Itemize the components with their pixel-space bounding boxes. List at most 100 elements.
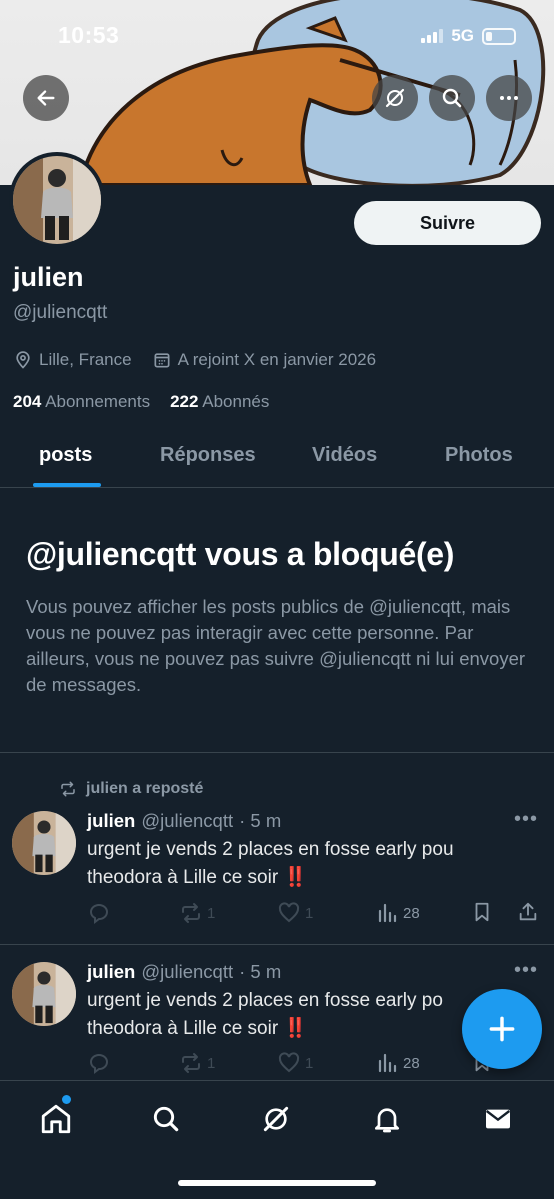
status-indicators: 5G: [421, 26, 516, 46]
profile-tabs: posts Réponses Vidéos Photos: [0, 430, 554, 488]
nav-grok[interactable]: [256, 1099, 296, 1139]
nav-home[interactable]: [36, 1099, 76, 1139]
like-button[interactable]: 1: [277, 901, 313, 925]
more-button[interactable]: [486, 75, 532, 121]
home-icon: [41, 1104, 71, 1134]
follow-button[interactable]: Suivre: [354, 201, 541, 245]
search-button[interactable]: [429, 75, 475, 121]
post-text: urgent je vends 2 places en fosse early …: [87, 836, 527, 892]
post-more-icon[interactable]: •••: [514, 808, 538, 831]
double-exclamation-emoji: ‼️: [283, 867, 308, 888]
share-icon: [519, 902, 537, 921]
post-item[interactable]: julien a reposté julien @juliencqtt · 5 …: [0, 780, 554, 943]
bookmark-button[interactable]: [471, 901, 493, 923]
tab-indicator: [33, 483, 101, 487]
repost-count: 1: [207, 1054, 216, 1072]
heart-icon: [278, 902, 300, 923]
nav-messages[interactable]: [478, 1099, 518, 1139]
post-time: · 5 m: [239, 810, 282, 831]
reply-icon: [89, 904, 108, 924]
follow-counts: 204 Abonnements 222 Abonnés: [13, 392, 269, 412]
post-author-name[interactable]: julien: [87, 961, 135, 983]
search-icon: [153, 1106, 179, 1132]
post-text-line: urgent je vends 2 places en fosse early …: [87, 990, 443, 1011]
profile-avatar[interactable]: [9, 152, 105, 248]
repost-button[interactable]: 1: [179, 1051, 215, 1075]
reply-icon: [89, 1054, 108, 1074]
profile-meta: Lille, France A rejoint X en janvier 202…: [13, 350, 376, 370]
share-button[interactable]: [517, 901, 539, 923]
location-icon: [16, 351, 30, 369]
post-time: · 5 m: [239, 961, 282, 982]
post-text: urgent je vends 2 places en fosse early …: [87, 987, 527, 1043]
tab-replies[interactable]: Réponses: [160, 444, 256, 467]
post-more-icon[interactable]: •••: [514, 959, 538, 982]
repost-label: julien a reposté: [86, 780, 204, 797]
avatar-photo: [12, 811, 76, 875]
post-actions: 1 1 28: [87, 901, 542, 925]
tab-videos[interactable]: Vidéos: [312, 444, 377, 467]
more-icon: [500, 96, 518, 100]
profile-display-name: julien: [13, 262, 84, 292]
battery-icon: [482, 27, 516, 45]
views-count: 28: [403, 1054, 420, 1072]
reply-button[interactable]: [87, 901, 111, 925]
grok-icon: [385, 88, 405, 108]
calendar-icon: [154, 353, 170, 368]
search-icon: [442, 88, 462, 108]
back-icon: [37, 90, 55, 106]
post-text-line: urgent je vends 2 places en fosse early …: [87, 839, 454, 860]
compose-button[interactable]: [462, 989, 542, 1069]
avatar-photo: [12, 962, 76, 1026]
views-icon: [378, 903, 397, 923]
views-count: 28: [403, 904, 420, 922]
bookmark-icon: [475, 902, 489, 922]
notification-dot: [62, 1095, 71, 1104]
views-button[interactable]: 28: [375, 901, 420, 925]
status-time: 10:53: [58, 22, 120, 48]
grok-button[interactable]: [372, 75, 418, 121]
repost-icon: [182, 1053, 200, 1073]
messages-icon: [485, 1109, 511, 1129]
nav-notifications[interactable]: [367, 1099, 407, 1139]
post-avatar[interactable]: [12, 962, 76, 1026]
plus-icon: [489, 1016, 515, 1042]
post-author-name[interactable]: julien: [87, 810, 135, 832]
post-text-line: theodora à Lille ce soir: [87, 1018, 279, 1039]
avatar-photo: [13, 156, 101, 244]
tab-photos[interactable]: Photos: [445, 444, 513, 467]
heart-icon: [278, 1052, 300, 1073]
views-icon: [378, 1053, 397, 1073]
network-label: 5G: [451, 26, 474, 45]
back-button[interactable]: [23, 75, 69, 121]
following-link[interactable]: 204 Abonnements: [13, 392, 150, 412]
nav-search[interactable]: [146, 1099, 186, 1139]
profile-joined: A rejoint X en janvier 2026: [177, 350, 377, 369]
like-button[interactable]: 1: [277, 1051, 313, 1075]
profile-handle: @juliencqtt: [13, 302, 108, 323]
notifications-icon: [375, 1108, 399, 1133]
repost-indicator: julien a reposté: [58, 780, 203, 798]
post-text-line: theodora à Lille ce soir: [87, 867, 279, 888]
repost-icon: [182, 903, 200, 923]
tab-posts[interactable]: posts: [39, 444, 92, 467]
post-avatar[interactable]: [12, 811, 76, 875]
views-button[interactable]: 28: [375, 1051, 420, 1075]
like-count: 1: [305, 904, 314, 922]
post-author-handle: @juliencqtt: [141, 810, 234, 831]
post-header: julien @juliencqtt · 5 m: [87, 810, 281, 832]
followers-label: Abonnés: [202, 392, 270, 411]
repost-icon: [61, 781, 75, 797]
like-count: 1: [305, 1054, 314, 1072]
followers-link[interactable]: 222 Abonnés: [170, 392, 269, 412]
followers-count: 222: [170, 392, 199, 411]
grok-icon: [263, 1106, 289, 1132]
repost-button[interactable]: 1: [179, 901, 215, 925]
signal-icon: [421, 29, 444, 43]
reply-button[interactable]: [87, 1051, 111, 1075]
following-count: 204: [13, 392, 42, 411]
repost-count: 1: [207, 904, 216, 922]
divider: [0, 752, 554, 753]
post-author-handle: @juliencqtt: [141, 961, 234, 982]
home-indicator: [178, 1180, 376, 1186]
